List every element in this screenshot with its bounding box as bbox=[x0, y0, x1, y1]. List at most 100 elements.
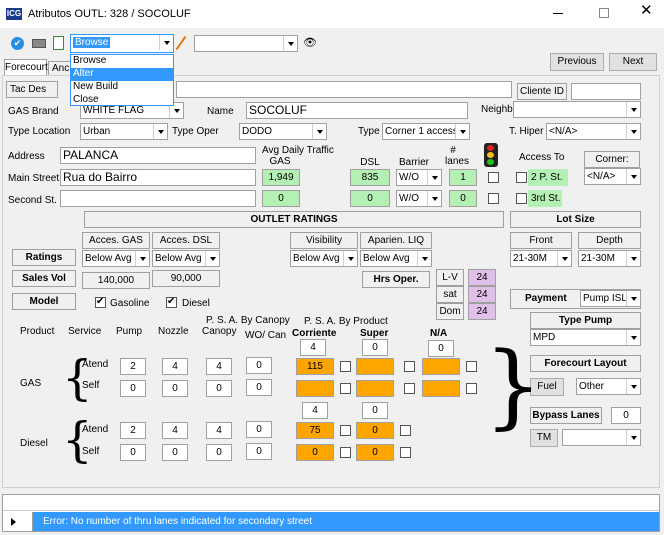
close-icon[interactable]: ✕ bbox=[640, 3, 653, 18]
next-button[interactable]: Next bbox=[609, 53, 657, 71]
cliente-id-field[interactable] bbox=[571, 83, 641, 100]
dsl-atend-canopy[interactable]: 4 bbox=[206, 422, 232, 439]
visibility-select[interactable]: Below Avg bbox=[290, 250, 358, 267]
mode-option-close[interactable]: Close bbox=[71, 94, 173, 107]
gas-atend-pump[interactable]: 2 bbox=[120, 358, 146, 375]
type-select[interactable]: Corner 1 access bbox=[382, 123, 470, 140]
mode-option-alter[interactable]: Alter bbox=[71, 68, 173, 81]
gasoline-checkbox[interactable] bbox=[95, 296, 106, 308]
depth-select[interactable]: 21-30M bbox=[578, 250, 641, 267]
gas-atend-corriente[interactable]: 115 bbox=[296, 358, 334, 375]
second-gas-traffic[interactable]: 0 bbox=[262, 190, 300, 207]
front-select[interactable]: 21-30M bbox=[510, 250, 572, 267]
check-icon[interactable]: ✔ bbox=[11, 37, 24, 50]
two-p-st-checkbox[interactable] bbox=[516, 172, 527, 183]
second-lanes-field[interactable]: 0 bbox=[449, 190, 477, 207]
gas-top-corriente[interactable]: 4 bbox=[300, 339, 326, 356]
main-access-checkbox[interactable] bbox=[488, 172, 499, 183]
gas-atend-na[interactable] bbox=[422, 358, 460, 375]
dsl-atend-corriente[interactable]: 75 bbox=[296, 422, 334, 439]
main-street-field[interactable]: Rua do Bairro bbox=[60, 169, 256, 186]
address-field[interactable]: PALANCA bbox=[60, 147, 256, 164]
tab-forecourt[interactable]: Forecourt bbox=[4, 59, 48, 76]
maximize-icon[interactable] bbox=[599, 8, 609, 18]
bypass-lanes-field[interactable]: 0 bbox=[611, 407, 641, 424]
tac-des-field[interactable] bbox=[176, 81, 512, 98]
corner-select[interactable]: <N/A> bbox=[584, 168, 641, 185]
gas-atend-corriente-check[interactable] bbox=[340, 361, 351, 372]
main-barrier-select[interactable]: W/O bbox=[396, 169, 442, 186]
gas-atend-nozzle[interactable]: 4 bbox=[162, 358, 188, 375]
dsl-atend-pump[interactable]: 2 bbox=[120, 422, 146, 439]
type-oper-select[interactable]: DODO bbox=[239, 123, 327, 140]
dsl-atend-super-check[interactable] bbox=[400, 425, 411, 436]
dsl-atend-corriente-check[interactable] bbox=[340, 425, 351, 436]
main-gas-traffic[interactable]: 1,949 bbox=[262, 169, 300, 186]
gas-self-pump[interactable]: 0 bbox=[120, 380, 146, 397]
pencil-icon[interactable] bbox=[175, 35, 187, 51]
dsl-self-canopy[interactable]: 0 bbox=[206, 444, 232, 461]
hrs-sat-field[interactable]: 24 bbox=[468, 286, 496, 303]
gas-atend-canopy[interactable]: 4 bbox=[206, 358, 232, 375]
main-lanes-field[interactable]: 1 bbox=[449, 169, 477, 186]
payment-select[interactable]: Pump ISL bbox=[580, 290, 641, 307]
gas-top-super[interactable]: 0 bbox=[362, 339, 388, 356]
gas-self-na-check[interactable] bbox=[466, 383, 477, 394]
dsl-self-corriente-check[interactable] bbox=[340, 447, 351, 458]
second-access-checkbox[interactable] bbox=[488, 193, 499, 204]
name-field[interactable]: SOCOLUF bbox=[246, 102, 468, 119]
mode-option-new-build[interactable]: New Build bbox=[71, 81, 173, 94]
acces-dsl-select[interactable]: Below Avg bbox=[152, 250, 220, 267]
gas-self-canopy[interactable]: 0 bbox=[206, 380, 232, 397]
dsl-top-super[interactable]: 0 bbox=[362, 402, 388, 419]
search-select[interactable] bbox=[194, 35, 298, 52]
tm-select[interactable] bbox=[562, 429, 641, 446]
dsl-self-corriente[interactable]: 0 bbox=[296, 444, 334, 461]
gas-self-nozzle[interactable]: 0 bbox=[162, 380, 188, 397]
t-hiper-select[interactable]: <N/A> bbox=[546, 123, 641, 140]
type-pump-select[interactable]: MPD bbox=[530, 329, 641, 346]
neighb-select[interactable] bbox=[513, 101, 641, 118]
dsl-atend-super[interactable]: 0 bbox=[356, 422, 394, 439]
status-row[interactable]: Error: No number of thru lanes indicated… bbox=[3, 512, 659, 531]
third-st-checkbox[interactable] bbox=[516, 193, 527, 204]
main-dsl-traffic[interactable]: 835 bbox=[350, 169, 390, 186]
second-st-field[interactable] bbox=[60, 190, 256, 207]
gas-self-super-check[interactable] bbox=[404, 383, 415, 394]
gas-self-na[interactable] bbox=[422, 380, 460, 397]
fuel-select[interactable]: Other bbox=[576, 378, 641, 395]
gas-atend-super-check[interactable] bbox=[404, 361, 415, 372]
tab-anc[interactable]: Anc bbox=[48, 61, 72, 76]
gas-self-corriente[interactable] bbox=[296, 380, 334, 397]
dsl-self-super-check[interactable] bbox=[400, 447, 411, 458]
document-icon[interactable] bbox=[53, 36, 64, 50]
dsl-self-nozzle[interactable]: 0 bbox=[162, 444, 188, 461]
diesel-checkbox[interactable] bbox=[166, 296, 177, 308]
hrs-lv-field[interactable]: 24 bbox=[468, 269, 496, 286]
gas-top-na[interactable]: 0 bbox=[428, 340, 454, 357]
dsl-self-wo[interactable]: 0 bbox=[246, 443, 272, 460]
type-location-select[interactable]: Urban bbox=[80, 123, 168, 140]
previous-button[interactable]: Previous bbox=[550, 53, 604, 71]
gas-atend-wo[interactable]: 0 bbox=[246, 357, 272, 374]
dsl-atend-nozzle[interactable]: 4 bbox=[162, 422, 188, 439]
acces-gas-select[interactable]: Below Avg bbox=[82, 250, 150, 267]
gas-self-corriente-check[interactable] bbox=[340, 383, 351, 394]
mode-option-browse[interactable]: Browse bbox=[71, 55, 173, 68]
aparien-liq-select[interactable]: Below Avg bbox=[360, 250, 432, 267]
second-barrier-select[interactable]: W/O bbox=[396, 190, 442, 207]
camera-icon[interactable] bbox=[32, 39, 46, 48]
gas-self-super[interactable] bbox=[356, 380, 394, 397]
minimize-icon[interactable] bbox=[553, 13, 563, 14]
mode-select[interactable]: Browse bbox=[70, 34, 174, 53]
second-dsl-traffic[interactable]: 0 bbox=[350, 190, 390, 207]
sales-dsl-field[interactable]: 90,000 bbox=[152, 270, 220, 287]
gas-atend-na-check[interactable] bbox=[466, 361, 477, 372]
dsl-self-pump[interactable]: 0 bbox=[120, 444, 146, 461]
dsl-top-corriente[interactable]: 4 bbox=[302, 402, 328, 419]
eye-icon[interactable]: 👁 bbox=[303, 37, 317, 49]
hrs-dom-field[interactable]: 24 bbox=[468, 303, 496, 320]
gas-self-wo[interactable]: 0 bbox=[246, 379, 272, 396]
dsl-atend-wo[interactable]: 0 bbox=[246, 421, 272, 438]
gas-atend-super[interactable] bbox=[356, 358, 394, 375]
